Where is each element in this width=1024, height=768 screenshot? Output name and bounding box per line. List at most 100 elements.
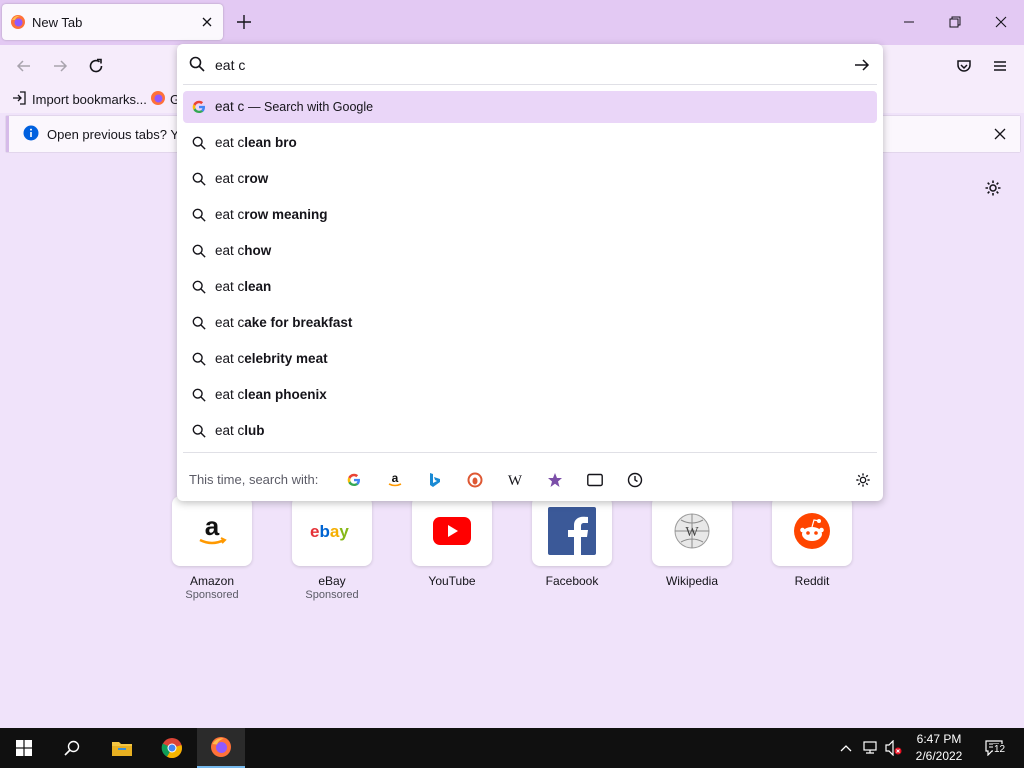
firefox-icon — [10, 14, 26, 33]
shortcut-reddit[interactable]: Reddit — [771, 496, 853, 588]
urlbar-input[interactable] — [215, 54, 835, 76]
volume-muted-icon[interactable] — [884, 738, 904, 758]
shortcut-ebay[interactable]: ebay eBay Sponsored — [291, 496, 373, 601]
sponsored-label: Sponsored — [305, 589, 359, 601]
suggestion-typed: eat c — [215, 315, 245, 330]
taskbar-search-icon[interactable] — [48, 728, 96, 768]
close-tab-icon[interactable] — [197, 12, 217, 32]
bing-icon[interactable] — [423, 468, 447, 492]
urlbar — [177, 44, 883, 84]
minimize-icon[interactable] — [897, 10, 921, 34]
search-icon — [191, 279, 207, 295]
search-settings-gear-icon[interactable] — [851, 468, 875, 492]
search-suggestion[interactable]: eat chow — [183, 235, 877, 267]
notification-text: Open previous tabs? You — [47, 127, 182, 142]
suggestion-text: eat celebrity meat — [215, 351, 328, 366]
shortcut-wikipedia[interactable]: W Wikipedia — [651, 496, 733, 588]
suggestion-typed: eat c — [215, 207, 245, 222]
search-suggestion[interactable]: eat celebrity meat — [183, 343, 877, 375]
search-icon — [191, 135, 207, 151]
shortcut-facebook[interactable]: Facebook — [531, 496, 613, 588]
forward-arrow-icon[interactable] — [48, 54, 72, 78]
tab-new-tab[interactable]: New Tab — [2, 4, 223, 40]
svg-text:a: a — [392, 472, 399, 485]
action-center-icon[interactable]: 12 — [983, 738, 1007, 758]
search-suggestion[interactable]: eat crow meaning — [183, 199, 877, 231]
svg-text:W: W — [685, 525, 699, 540]
windows-start-icon[interactable] — [0, 728, 48, 768]
shortcut-name: eBay — [318, 574, 346, 588]
suggestion-typed: eat c — [215, 423, 245, 438]
personalize-gear-icon[interactable] — [982, 177, 1004, 199]
suggestion-completion: ake for breakfast — [244, 315, 353, 330]
search-icon — [191, 171, 207, 187]
divider — [183, 84, 877, 85]
search-suggestion[interactable]: eat clean — [183, 271, 877, 303]
amazon-icon[interactable]: a — [383, 468, 407, 492]
shortcut-youtube[interactable]: YouTube — [411, 496, 493, 588]
suggestion-typed: eat c — [215, 171, 245, 186]
suggestion-typed: eat c — [215, 351, 245, 366]
youtube-logo-icon — [412, 496, 492, 566]
search-icon — [191, 423, 207, 439]
menu-icon[interactable] — [988, 54, 1012, 78]
shortcut-name: YouTube — [428, 574, 476, 588]
shortcut-name: Amazon — [189, 574, 235, 588]
result-search-with-google[interactable]: eat c — Search with Google — [183, 91, 877, 123]
file-explorer-icon[interactable] — [98, 728, 146, 768]
suggestion-typed: eat c — [215, 387, 245, 402]
shortcut-amazon[interactable]: a Amazon Sponsored — [171, 496, 253, 601]
svg-text:a: a — [205, 513, 220, 541]
clock-date: 2/6/2022 — [915, 749, 963, 763]
bookmark-item[interactable]: G — [150, 90, 180, 108]
suggestion-text: eat clean phoenix — [215, 387, 327, 402]
notification-count-badge: 12 — [993, 744, 1007, 755]
firefox-taskbar-icon[interactable] — [197, 728, 245, 768]
suggestion-completion: lub — [244, 423, 265, 438]
duckduckgo-icon[interactable] — [463, 468, 487, 492]
divider — [183, 452, 877, 453]
suggestion-text: eat club — [215, 423, 265, 438]
suggestion-completion: lean bro — [244, 135, 297, 150]
search-suggestion[interactable]: eat clean phoenix — [183, 379, 877, 411]
import-bookmarks-button[interactable]: Import bookmarks... — [12, 90, 147, 108]
ebay-logo-icon: ebay — [292, 496, 372, 566]
search-icon — [191, 207, 207, 223]
info-icon — [23, 125, 39, 144]
search-icon — [191, 315, 207, 331]
suggestion-completion: row meaning — [244, 207, 328, 222]
history-icon[interactable] — [623, 468, 647, 492]
suggestion-completion: lean phoenix — [244, 387, 327, 402]
search-icon — [189, 56, 205, 75]
search-icon — [191, 387, 207, 403]
suggestion-completion: row — [244, 171, 269, 186]
windows-taskbar: 6:47 PM 2/6/2022 12 — [0, 728, 1024, 768]
suggestion-text: eat cake for breakfast — [215, 315, 352, 330]
google-icon[interactable] — [342, 468, 366, 492]
tabs-icon[interactable] — [583, 468, 607, 492]
pocket-icon[interactable] — [952, 54, 976, 78]
wikipedia-icon[interactable]: W — [503, 468, 527, 492]
close-window-icon[interactable] — [989, 10, 1013, 34]
search-suggestion[interactable]: eat club — [183, 415, 877, 447]
restore-icon[interactable] — [943, 10, 967, 34]
system-clock[interactable]: 6:47 PM 2/6/2022 — [902, 731, 976, 765]
search-icon — [191, 351, 207, 367]
urlbar-panel: eat c — Search with Google eat clean bro… — [177, 44, 883, 501]
go-arrow-icon[interactable] — [851, 54, 873, 76]
bookmarks-star-icon[interactable] — [543, 468, 567, 492]
search-suggestion[interactable]: eat clean bro — [183, 127, 877, 159]
network-icon[interactable] — [860, 738, 880, 758]
new-tab-plus-icon[interactable] — [234, 12, 254, 32]
chrome-icon[interactable] — [148, 728, 196, 768]
suggestion-text: eat chow — [215, 243, 271, 258]
reload-icon[interactable] — [84, 54, 108, 78]
chevron-up-icon[interactable] — [836, 738, 856, 758]
search-suggestion[interactable]: eat crow — [183, 163, 877, 195]
clock-time: 6:47 PM — [916, 732, 962, 746]
back-arrow-icon[interactable] — [12, 54, 36, 78]
facebook-logo-icon — [532, 496, 612, 566]
sponsored-label: Sponsored — [185, 589, 239, 601]
search-suggestion[interactable]: eat cake for breakfast — [183, 307, 877, 339]
close-notification-icon[interactable] — [990, 124, 1010, 144]
